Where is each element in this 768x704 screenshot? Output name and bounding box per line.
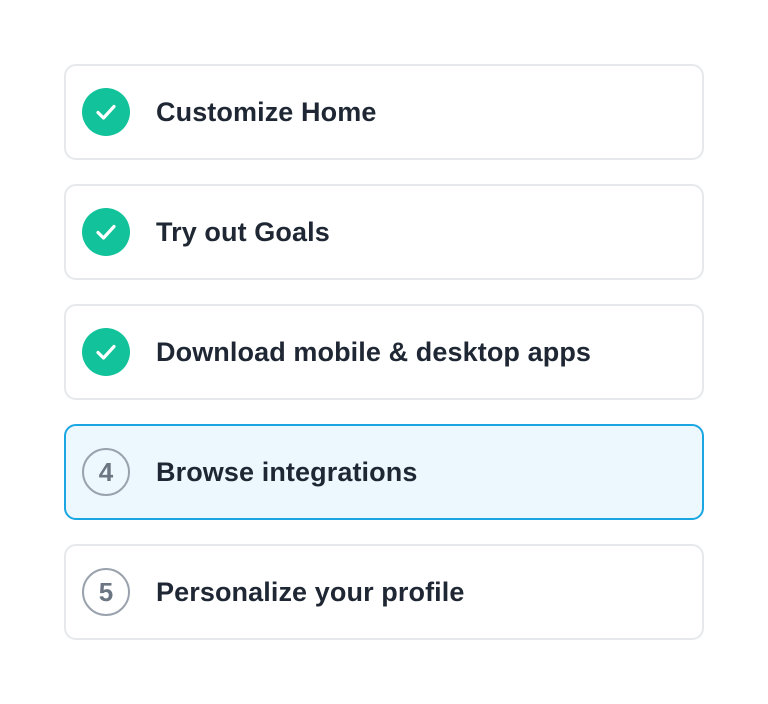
checkmark-icon <box>82 208 130 256</box>
step-label: Download mobile & desktop apps <box>156 336 592 367</box>
onboarding-checklist: Customize Home Try out Goals Download mo… <box>64 64 704 664</box>
step-label: Personalize your profile <box>156 576 465 607</box>
step-number-badge: 4 <box>82 448 130 496</box>
step-label: Customize Home <box>156 96 377 127</box>
checkmark-icon <box>82 88 130 136</box>
step-customize-home[interactable]: Customize Home <box>64 64 704 160</box>
step-label: Try out Goals <box>156 216 330 247</box>
step-browse-integrations[interactable]: 4 Browse integrations <box>64 424 704 520</box>
checkmark-icon <box>82 328 130 376</box>
step-personalize-profile[interactable]: 5 Personalize your profile <box>64 544 704 640</box>
step-try-out-goals[interactable]: Try out Goals <box>64 184 704 280</box>
step-number-badge: 5 <box>82 568 130 616</box>
step-download-apps[interactable]: Download mobile & desktop apps <box>64 304 704 400</box>
step-label: Browse integrations <box>156 456 418 487</box>
